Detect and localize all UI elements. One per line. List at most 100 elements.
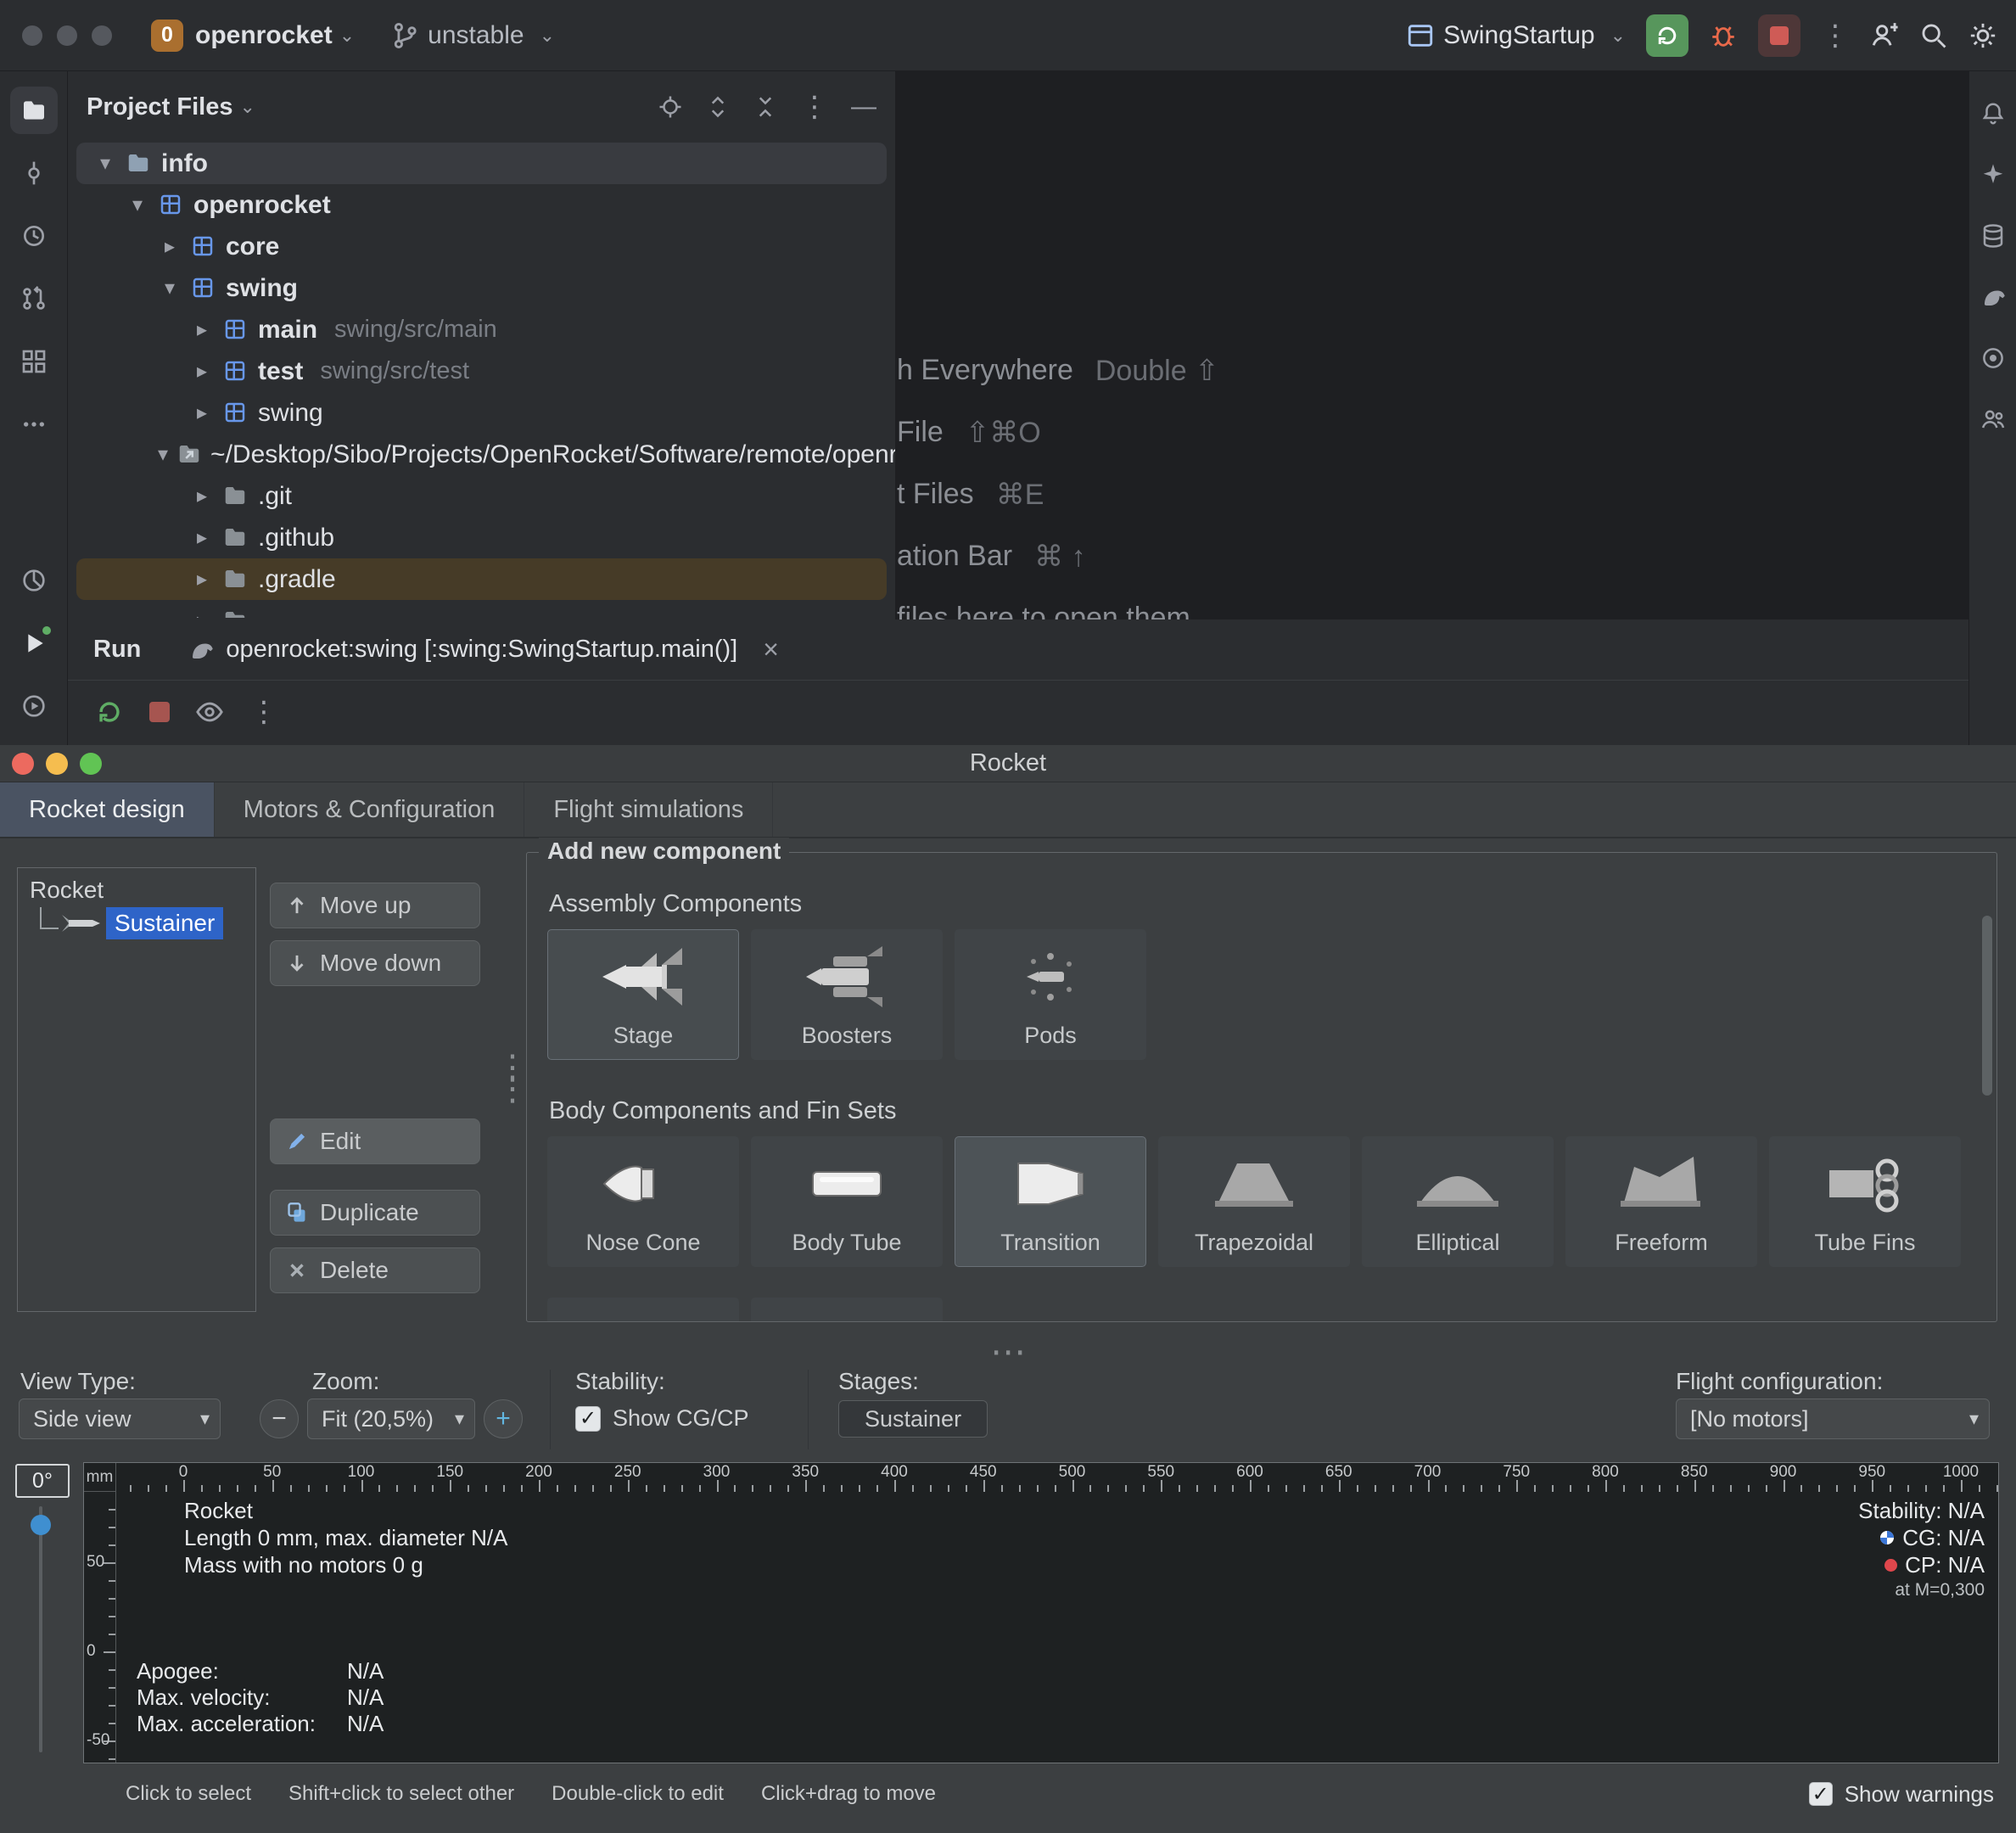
stop-button[interactable] xyxy=(1758,14,1800,57)
component-button-freeform[interactable]: Freeform xyxy=(1565,1136,1757,1267)
zoom-in-button[interactable]: + xyxy=(484,1399,523,1438)
chevron-right-icon[interactable]: ▸ xyxy=(190,608,214,618)
tab-motors-configuration[interactable]: Motors & Configuration xyxy=(215,782,525,837)
branch-selector[interactable]: unstable ⌄ xyxy=(390,21,555,50)
component-button-elliptical[interactable]: Elliptical xyxy=(1362,1136,1554,1267)
chevron-right-icon[interactable]: ▸ xyxy=(190,317,214,342)
scrollbar-thumb[interactable] xyxy=(1982,916,1992,1096)
selected-component-label[interactable]: Sustainer xyxy=(106,907,223,939)
component-button-partial[interactable] xyxy=(547,1298,739,1321)
vcs-tool-button[interactable] xyxy=(10,212,58,260)
duplicate-button[interactable]: Duplicate xyxy=(270,1190,480,1236)
tree-item-core[interactable]: ▸core xyxy=(76,226,887,267)
more-tools-button[interactable] xyxy=(10,401,58,448)
profiler-tool-button[interactable] xyxy=(10,557,58,604)
component-button-transition[interactable]: Transition xyxy=(955,1136,1146,1267)
component-button-boosters[interactable]: Boosters xyxy=(751,929,943,1060)
show-warnings-checkbox[interactable]: ✓ Show warnings xyxy=(1809,1781,1994,1808)
component-button-pods[interactable]: Pods xyxy=(955,929,1146,1060)
project-tool-button[interactable] xyxy=(10,87,58,134)
structure-tool-button[interactable] xyxy=(10,338,58,385)
chevron-down-icon[interactable]: ▾ xyxy=(93,151,117,176)
edit-button[interactable]: Edit xyxy=(270,1118,480,1164)
zoom-select[interactable]: Fit (20,5%) ▾ xyxy=(307,1399,475,1439)
splitter-handle-vertical[interactable]: ⋮⋮ xyxy=(496,1057,512,1100)
database-tool-button[interactable] xyxy=(1974,217,2012,255)
stop-icon[interactable] xyxy=(149,702,170,722)
window-controls[interactable] xyxy=(22,25,112,46)
zoom-window-button[interactable] xyxy=(92,25,112,46)
component-button-partial[interactable] xyxy=(751,1298,943,1321)
rotation-slider[interactable] xyxy=(39,1506,42,1752)
watch-eye-icon[interactable] xyxy=(195,698,224,726)
more-options-icon[interactable]: ⋮ xyxy=(249,695,278,729)
move-down-button[interactable]: Move down xyxy=(270,940,480,986)
coverage-tool-button[interactable] xyxy=(1974,339,2012,377)
rerun-icon[interactable] xyxy=(95,698,124,726)
collaboration-tool-button[interactable] xyxy=(1974,401,2012,438)
checkbox-checked-icon[interactable]: ✓ xyxy=(1809,1782,1833,1806)
add-user-icon[interactable] xyxy=(1870,21,1899,50)
delete-button[interactable]: Delete xyxy=(270,1247,480,1293)
chevron-right-icon[interactable]: ▸ xyxy=(190,567,214,591)
tree-item-main[interactable]: ▸mainswing/src/main xyxy=(76,309,887,350)
tree-item-desktop-sibo-projects-openrocket-software-remote-openroc[interactable]: ▾~/Desktop/Sibo/Projects/OpenRocket/Soft… xyxy=(76,434,887,475)
tree-item-gradle[interactable]: ▸.gradle xyxy=(76,558,887,600)
run-tab[interactable]: openrocket:swing [:swing:SwingStartup.ma… xyxy=(188,634,779,665)
tree-item-github[interactable]: ▸.github xyxy=(76,517,887,558)
run-configuration-selector[interactable]: SwingStartup ⌄ xyxy=(1406,21,1626,50)
services-tool-button[interactable] xyxy=(10,682,58,730)
stage-toggle-sustainer[interactable]: Sustainer xyxy=(838,1400,988,1438)
chevron-down-icon[interactable]: ▾ xyxy=(158,276,182,300)
run-button[interactable] xyxy=(1646,14,1688,57)
component-button-body-tube[interactable]: Body Tube xyxy=(751,1136,943,1267)
chevron-down-icon[interactable]: ⌄ xyxy=(339,25,355,47)
chevron-right-icon[interactable]: ▸ xyxy=(190,484,214,508)
chevron-down-icon[interactable]: ⌄ xyxy=(239,96,255,118)
move-up-button[interactable]: Move up xyxy=(270,883,480,928)
debug-bug-icon[interactable] xyxy=(1709,21,1738,50)
tree-item-swing[interactable]: ▾swing xyxy=(76,267,887,309)
project-name[interactable]: openrocket xyxy=(195,21,333,50)
chevron-down-icon[interactable]: ▾ xyxy=(158,442,168,467)
component-button-stage[interactable]: Stage xyxy=(547,929,739,1060)
panel-title[interactable]: Project Files xyxy=(87,93,232,121)
chevron-right-icon[interactable]: ▸ xyxy=(190,359,214,384)
component-button-tube-fins[interactable]: Tube Fins xyxy=(1769,1136,1961,1267)
expand-all-icon[interactable] xyxy=(705,94,731,120)
tab-rocket-design[interactable]: Rocket design xyxy=(0,782,215,837)
checkbox-checked-icon[interactable]: ✓ xyxy=(575,1406,601,1432)
run-tool-button[interactable] xyxy=(10,619,58,667)
tree-item-sustainer[interactable]: Sustainer xyxy=(40,907,255,939)
zoom-out-button[interactable]: − xyxy=(260,1399,299,1438)
minimize-window-button[interactable] xyxy=(57,25,77,46)
rocket-view-canvas[interactable]: mm 0501001502002503003504004505005506006… xyxy=(83,1462,1999,1763)
view-type-select[interactable]: Side view ▾ xyxy=(19,1399,221,1439)
show-cgcp-checkbox[interactable]: ✓ Show CG/CP xyxy=(575,1405,749,1432)
notifications-tool-button[interactable] xyxy=(1974,95,2012,132)
panel-options-icon[interactable]: ⋮ xyxy=(800,90,829,124)
tree-item-openrocket[interactable]: ▾openrocket xyxy=(76,184,887,226)
locate-file-icon[interactable] xyxy=(658,94,683,120)
pull-requests-tool-button[interactable] xyxy=(10,275,58,322)
rotation-indicator[interactable]: 0° xyxy=(15,1464,70,1498)
collapse-all-icon[interactable] xyxy=(753,94,778,120)
tree-item-swing[interactable]: ▸swing xyxy=(76,392,887,434)
tree-item-git[interactable]: ▸.git xyxy=(76,475,887,517)
close-tab-icon[interactable]: × xyxy=(763,634,779,665)
chevron-right-icon[interactable]: ▸ xyxy=(190,525,214,550)
flight-config-select[interactable]: [No motors] ▾ xyxy=(1676,1399,1990,1439)
commit-tool-button[interactable] xyxy=(10,149,58,197)
tree-root-rocket[interactable]: Rocket xyxy=(30,877,255,904)
more-options-icon[interactable]: ⋮ xyxy=(1821,19,1850,53)
search-icon[interactable] xyxy=(1919,21,1948,50)
chevron-down-icon[interactable]: ▾ xyxy=(126,193,149,217)
chevron-right-icon[interactable]: ▸ xyxy=(158,234,182,259)
tree-item-info[interactable]: ▾info xyxy=(76,143,887,184)
settings-gear-icon[interactable] xyxy=(1968,21,1997,50)
tree-item-partial[interactable]: ▸ xyxy=(76,600,887,618)
gradle-tool-button[interactable] xyxy=(1974,278,2012,316)
component-button-nose-cone[interactable]: Nose Cone xyxy=(547,1136,739,1267)
ai-assistant-tool-button[interactable] xyxy=(1974,156,2012,193)
component-button-trapezoidal[interactable]: Trapezoidal xyxy=(1158,1136,1350,1267)
